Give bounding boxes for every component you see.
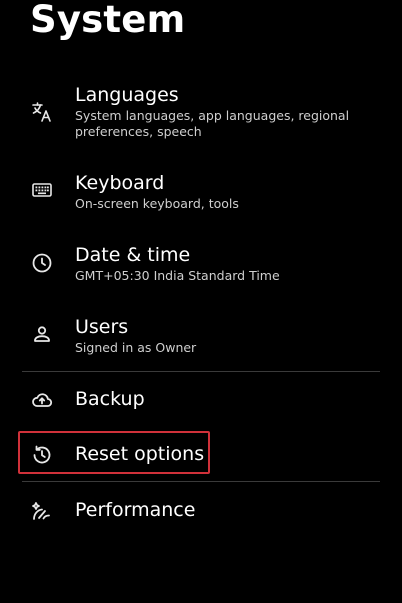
translate-icon (30, 100, 54, 124)
setting-item-date-time[interactable]: Date & time GMT+05:30 India Standard Tim… (0, 244, 402, 288)
person-icon (30, 322, 54, 346)
setting-title: Backup (75, 388, 145, 410)
divider (22, 481, 380, 482)
clock-icon (30, 251, 54, 275)
cloud-upload-icon (30, 388, 54, 412)
page-title: System (30, 0, 186, 41)
setting-item-users[interactable]: Users Signed in as Owner (0, 316, 402, 360)
setting-subtitle: System languages, app languages, regiona… (75, 108, 350, 139)
setting-subtitle: On-screen keyboard, tools (75, 196, 239, 211)
setting-item-languages[interactable]: Languages System languages, app language… (0, 84, 402, 144)
setting-item-keyboard[interactable]: Keyboard On-screen keyboard, tools (0, 172, 402, 216)
setting-title: Performance (75, 499, 196, 521)
setting-title: Users (75, 316, 129, 338)
setting-title: Languages (75, 84, 179, 106)
setting-item-backup[interactable]: Backup (0, 388, 402, 414)
performance-icon (30, 499, 54, 523)
highlight-box (18, 431, 210, 474)
keyboard-icon (30, 178, 54, 202)
setting-item-performance[interactable]: Performance (0, 499, 402, 525)
setting-subtitle: Signed in as Owner (75, 340, 197, 355)
setting-title: Date & time (75, 244, 191, 266)
divider (22, 371, 380, 372)
setting-subtitle: GMT+05:30 India Standard Time (75, 268, 280, 283)
setting-title: Keyboard (75, 172, 165, 194)
